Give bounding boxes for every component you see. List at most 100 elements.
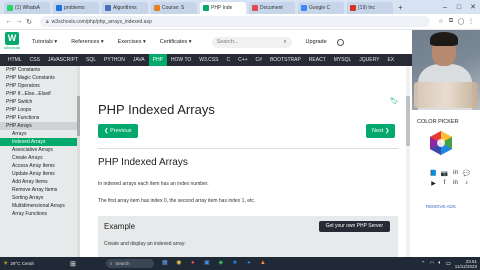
wifi-icon[interactable]: ◠ [429, 261, 434, 267]
language-tab[interactable]: MYSQL [330, 54, 356, 66]
weather-widget[interactable]: ☀ 29°C Cerah [3, 260, 34, 267]
color-picker-label[interactable]: COLOR PICKER [417, 119, 459, 125]
sidebar-link[interactable]: Associative Arrays [0, 146, 80, 154]
language-tab[interactable]: JAVASCRIPT [44, 54, 82, 66]
sidebar-link[interactable]: Create Arrays [0, 154, 80, 162]
menu-icon[interactable]: ⋮ [466, 18, 476, 25]
sidebar-link[interactable]: Multidimensional Arrays [0, 202, 80, 210]
browser-tab[interactable]: problems [53, 2, 99, 14]
sidebar-link[interactable]: PHP Magic Constants [0, 74, 80, 82]
language-tab[interactable]: CSS [26, 54, 44, 66]
language-tab[interactable]: C++ [234, 54, 251, 66]
browser-tab[interactable]: Course: S [151, 2, 197, 14]
social-icon[interactable]: ▶ [428, 180, 439, 190]
sidebar-scrollbar[interactable] [77, 66, 80, 257]
social-icon[interactable]: ♪ [461, 180, 472, 190]
bookmark-icon[interactable]: 🔖︎ [390, 97, 399, 105]
windows-start-icon[interactable]: ⊞ [70, 260, 76, 268]
url-field[interactable]: 🔒︎ w3schools.com/php/php_arrays_indexed.… [40, 16, 430, 27]
language-tab[interactable]: EX [383, 54, 398, 66]
sidebar-link[interactable]: PHP Functions [0, 114, 80, 122]
social-icon[interactable]: in [450, 180, 461, 190]
browser-tab[interactable]: Algorithms [102, 2, 148, 14]
sidebar-link[interactable]: Arrays [0, 130, 80, 138]
browser-tab[interactable]: (19) Inc [347, 2, 393, 14]
reload-icon[interactable]: ↻ [24, 18, 34, 26]
sidebar-link[interactable]: PHP Switch [0, 98, 80, 106]
extensions-icon[interactable]: ⧉ [446, 18, 456, 25]
sidebar-link[interactable]: Array Functions [0, 210, 80, 218]
main-scroll-thumb[interactable] [406, 96, 410, 146]
language-tab[interactable]: BOOTSTRAP [266, 54, 305, 66]
new-tab-button[interactable]: + [398, 2, 403, 14]
w3schools-logo[interactable]: W w3schools [4, 32, 20, 52]
sidebar-link[interactable]: PHP Loops [0, 106, 80, 114]
maximize-icon[interactable]: □ [452, 4, 466, 11]
browser-tab[interactable]: Google C [298, 2, 344, 14]
search-icon[interactable]: ⌕ [283, 39, 286, 46]
previous-button[interactable]: ❮ Previous [98, 124, 138, 138]
sidebar-link[interactable]: Sorting Arrays [0, 194, 80, 202]
top-menu-item[interactable]: Tutorials ▾ [32, 39, 57, 45]
get-server-button[interactable]: Get your own PHP Server [318, 221, 390, 232]
sidebar-link[interactable]: PHP Operators [0, 82, 80, 90]
social-icon[interactable]: in [450, 170, 461, 180]
browser-tab[interactable]: (1) WhatsA [4, 2, 50, 14]
social-icon[interactable]: 📘 [428, 170, 439, 180]
language-tab[interactable]: HTML [4, 54, 26, 66]
language-tab[interactable]: C# [252, 54, 266, 66]
browser-tab[interactable]: PHP Inde [200, 2, 246, 14]
forward-icon[interactable]: → [14, 18, 24, 25]
sidebar-link[interactable]: PHP If...Else...Elseif [0, 90, 80, 98]
taskbar-app-icon[interactable]: ● [188, 259, 198, 268]
language-tab[interactable]: C [222, 54, 234, 66]
language-tab[interactable]: JAVA [129, 54, 149, 66]
language-tab[interactable]: HOW TO [167, 54, 195, 66]
social-icon[interactable]: 💬 [461, 170, 472, 180]
language-tab[interactable]: REACT [305, 54, 330, 66]
battery-icon[interactable]: ▭ [446, 261, 451, 267]
top-menu-item[interactable]: References ▾ [71, 39, 103, 45]
browser-tab[interactable]: Document [249, 2, 295, 14]
minimize-icon[interactable]: – [438, 4, 452, 11]
sidebar-link[interactable]: Indexed Arrays [0, 138, 80, 146]
site-search-input[interactable]: Search... ⌕ [211, 36, 292, 48]
sidebar-link[interactable]: Access Array Items [0, 162, 80, 170]
social-icon[interactable]: f [439, 180, 450, 190]
sidebar-link[interactable]: Update Array Items [0, 170, 80, 178]
color-wheel-icon[interactable] [428, 130, 454, 156]
language-tab[interactable]: PYTHON [100, 54, 129, 66]
top-menu-item[interactable]: Exercises ▾ [118, 39, 146, 45]
taskbar-app-icon[interactable]: ■ [230, 259, 240, 268]
sidebar-link[interactable]: Add Array Items [0, 178, 80, 186]
sidebar-link[interactable]: PHP Constants [0, 66, 80, 74]
language-tab[interactable]: SQL [82, 54, 100, 66]
taskbar-app-icon[interactable]: ◉ [174, 259, 184, 268]
back-icon[interactable]: ← [4, 18, 14, 25]
star-icon[interactable]: ☆ [436, 18, 446, 25]
profile-icon[interactable]: ◯ [456, 18, 466, 25]
remove-ads-link[interactable]: REMOVE ADS [426, 204, 456, 209]
volume-icon[interactable]: 🔈︎ [438, 260, 441, 267]
upgrade-link[interactable]: Upgrade [306, 39, 327, 45]
sidebar-scroll-thumb[interactable] [77, 96, 80, 136]
sidebar-link[interactable]: PHP Arrays [0, 122, 80, 130]
chevron-up-icon[interactable]: ⌃ [421, 261, 426, 267]
close-icon[interactable]: ✕ [466, 3, 480, 11]
taskbar-app-icon[interactable]: ◕ [244, 259, 254, 268]
next-button[interactable]: Next ❯ [366, 124, 396, 138]
language-tab[interactable]: W3.CSS [195, 54, 222, 66]
taskbar-app-icon[interactable]: ▲ [258, 259, 268, 268]
top-menu-item[interactable]: Certificates ▾ [160, 39, 192, 45]
clock[interactable]: 23.51 11/12/2023 [455, 259, 477, 269]
social-icon[interactable]: 📷 [439, 170, 450, 180]
account-icon[interactable] [336, 38, 344, 46]
taskbar-app-icon[interactable]: ▣ [202, 259, 212, 268]
main-scrollbar[interactable] [406, 66, 410, 257]
language-tab[interactable]: JQUERY [355, 54, 383, 66]
taskbar-search[interactable]: ⌕ Search [105, 259, 154, 268]
language-tab[interactable]: PHP [148, 54, 167, 66]
taskbar-app-icon[interactable]: ▦ [160, 259, 170, 268]
sidebar-link[interactable]: Remove Array Items [0, 186, 80, 194]
taskbar-app-icon[interactable]: ◆ [216, 259, 226, 268]
